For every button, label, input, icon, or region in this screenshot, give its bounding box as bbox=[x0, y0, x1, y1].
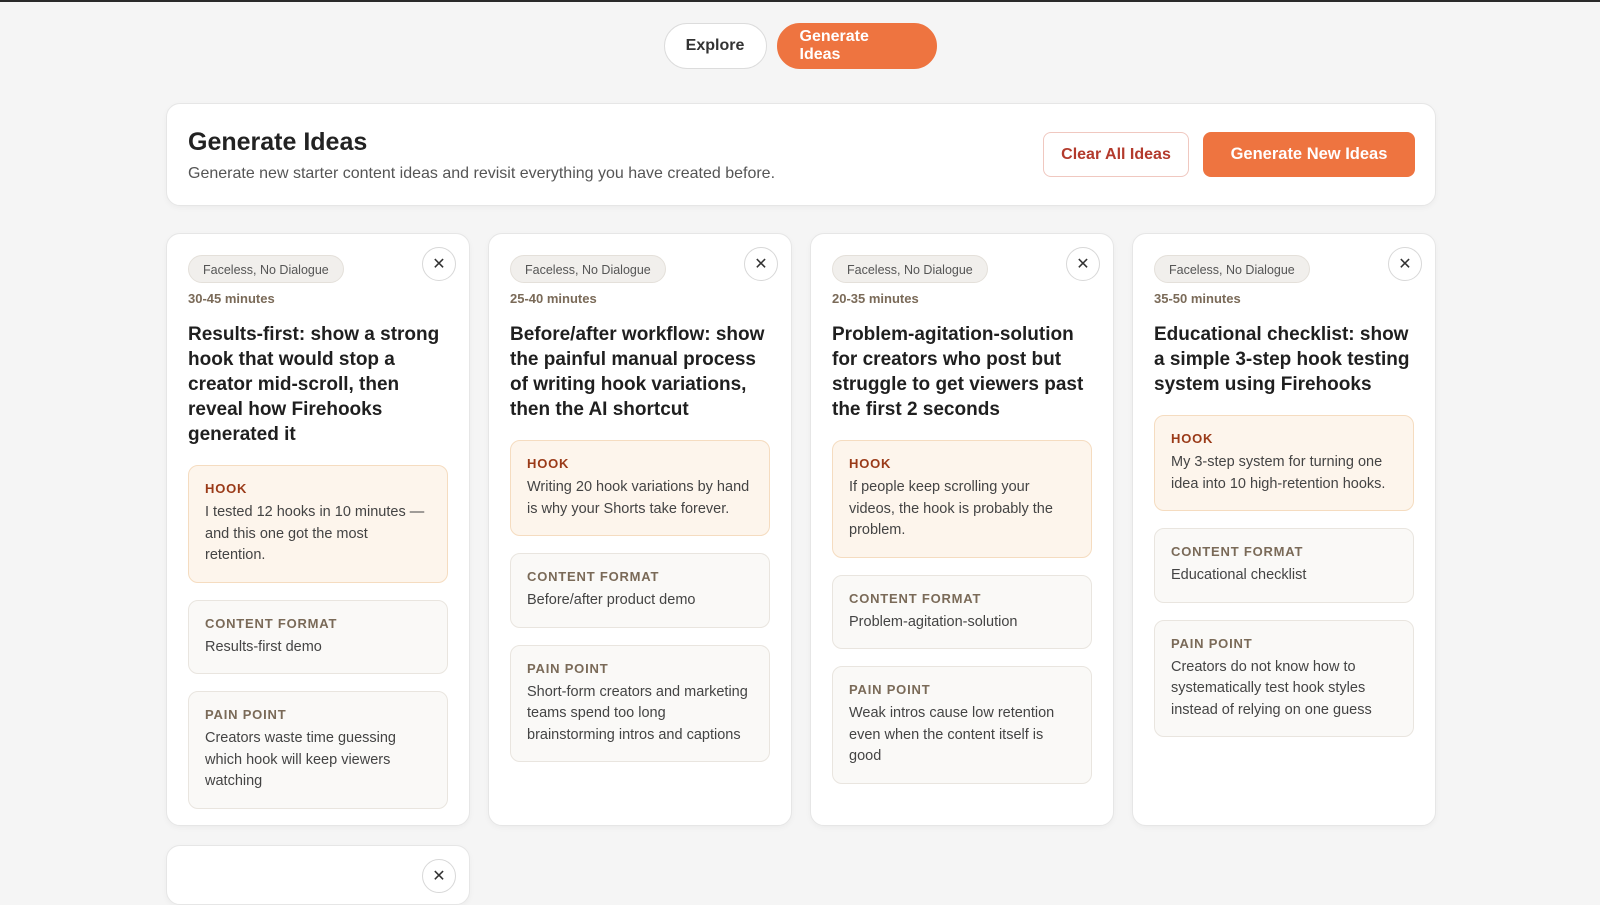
hook-label: HOOK bbox=[205, 481, 248, 496]
content-format-label: CONTENT FORMAT bbox=[205, 615, 338, 631]
tab-generate-ideas[interactable]: Generate Ideas bbox=[776, 23, 937, 69]
close-icon[interactable]: ✕ bbox=[1388, 247, 1422, 281]
style-tag: Faceless, No Dialogue bbox=[510, 255, 666, 283]
content-format-section: CONTENT FORMAT Before/after product demo bbox=[510, 553, 770, 628]
content-format-text: Before/after product demo bbox=[527, 592, 696, 608]
style-tag: Faceless, No Dialogue bbox=[1154, 255, 1310, 283]
page-title: Generate Ideas bbox=[188, 128, 368, 156]
idea-card-grid: ✕ Faceless, No Dialogue 30-45 minutes Re… bbox=[166, 233, 1436, 826]
content-format-text: Problem-agitation-solution bbox=[849, 613, 1018, 630]
close-icon[interactable]: ✕ bbox=[744, 247, 778, 281]
hook-text: I tested 12 hooks in 10 minutes — and th… bbox=[205, 504, 425, 563]
duration: 25-40 minutes bbox=[510, 291, 597, 306]
top-border bbox=[0, 0, 1600, 2]
pain-point-section: PAIN POINT Creators do not know how to s… bbox=[1154, 619, 1414, 737]
hook-section: HOOK If people keep scrolling your video… bbox=[832, 440, 1092, 558]
style-tag: Faceless, No Dialogue bbox=[832, 255, 988, 283]
content-format-label: CONTENT FORMAT bbox=[527, 569, 660, 584]
content-format-text: Results-first demo bbox=[205, 638, 322, 655]
hook-section: HOOK I tested 12 hooks in 10 minutes — a… bbox=[188, 465, 448, 583]
close-icon[interactable]: ✕ bbox=[422, 247, 456, 281]
generate-new-ideas-button[interactable]: Generate New Ideas bbox=[1203, 132, 1415, 177]
hook-text: If people keep scrolling your videos, th… bbox=[849, 479, 1053, 538]
duration: 30-45 minutes bbox=[188, 291, 275, 306]
view-switcher: Explore Generate Ideas bbox=[0, 23, 1600, 69]
content-format-section: CONTENT FORMAT Results-first demo bbox=[188, 599, 448, 674]
hook-label: HOOK bbox=[849, 456, 892, 471]
duration: 20-35 minutes bbox=[832, 291, 919, 306]
page-subtitle: Generate new starter content ideas and r… bbox=[188, 165, 776, 182]
pain-point-section: PAIN POINT Creators waste time guessing … bbox=[188, 691, 448, 809]
content-format-text: Educational checklist bbox=[1171, 567, 1307, 583]
idea-title: Before/after workflow: show the painful … bbox=[510, 324, 765, 420]
close-icon[interactable]: ✕ bbox=[1066, 247, 1100, 281]
content-format-label: CONTENT FORMAT bbox=[849, 590, 982, 606]
duration: 35-50 minutes bbox=[1154, 291, 1241, 306]
hook-label: HOOK bbox=[527, 456, 570, 471]
pain-point-text: Short-form creators and marketing teams … bbox=[527, 683, 748, 743]
pain-point-section: PAIN POINT Weak intros cause low retenti… bbox=[832, 666, 1092, 784]
hook-section: HOOK My 3-step system for turning one id… bbox=[1154, 415, 1414, 511]
pain-point-label: PAIN POINT bbox=[1171, 635, 1253, 651]
idea-title: Educational checklist: show a simple 3-s… bbox=[1154, 324, 1410, 395]
pain-point-text: Creators waste time guessing which hook … bbox=[205, 730, 396, 789]
content-format-section: CONTENT FORMAT Problem-agitation-solutio… bbox=[832, 574, 1092, 649]
content-format-section: CONTENT FORMAT Educational checklist bbox=[1154, 528, 1414, 603]
idea-card-partial: ✕ bbox=[166, 845, 470, 905]
hook-text: Writing 20 hook variations by hand is wh… bbox=[527, 479, 750, 517]
hook-text: My 3-step system for turning one idea in… bbox=[1171, 454, 1386, 492]
pain-point-text: Weak intros cause low retention even whe… bbox=[849, 705, 1055, 764]
idea-card: ✕ Faceless, No Dialogue 25-40 minutes Be… bbox=[488, 233, 792, 826]
tab-explore[interactable]: Explore bbox=[663, 23, 767, 69]
generate-ideas-header: Generate Ideas Generate new starter cont… bbox=[166, 103, 1436, 206]
pain-point-label: PAIN POINT bbox=[849, 682, 931, 697]
close-icon[interactable]: ✕ bbox=[422, 859, 456, 893]
hook-label: HOOK bbox=[1171, 431, 1214, 446]
clear-all-ideas-button[interactable]: Clear All Ideas bbox=[1043, 132, 1189, 177]
style-tag: Faceless, No Dialogue bbox=[188, 255, 344, 283]
pain-point-label: PAIN POINT bbox=[527, 660, 609, 676]
idea-card: ✕ Faceless, No Dialogue 35-50 minutes Ed… bbox=[1132, 233, 1436, 826]
pain-point-label: PAIN POINT bbox=[205, 707, 287, 722]
idea-title: Problem-agitation-solution for creators … bbox=[832, 324, 1084, 420]
idea-title: Results-first: show a strong hook that w… bbox=[188, 324, 440, 445]
idea-card: ✕ Faceless, No Dialogue 20-35 minutes Pr… bbox=[810, 233, 1114, 826]
hook-section: HOOK Writing 20 hook variations by hand … bbox=[510, 440, 770, 536]
content-format-label: CONTENT FORMAT bbox=[1171, 544, 1304, 559]
pain-point-text: Creators do not know how to systematical… bbox=[1171, 658, 1372, 718]
idea-card: ✕ Faceless, No Dialogue 30-45 minutes Re… bbox=[166, 233, 470, 826]
pain-point-section: PAIN POINT Short-form creators and marke… bbox=[510, 644, 770, 762]
